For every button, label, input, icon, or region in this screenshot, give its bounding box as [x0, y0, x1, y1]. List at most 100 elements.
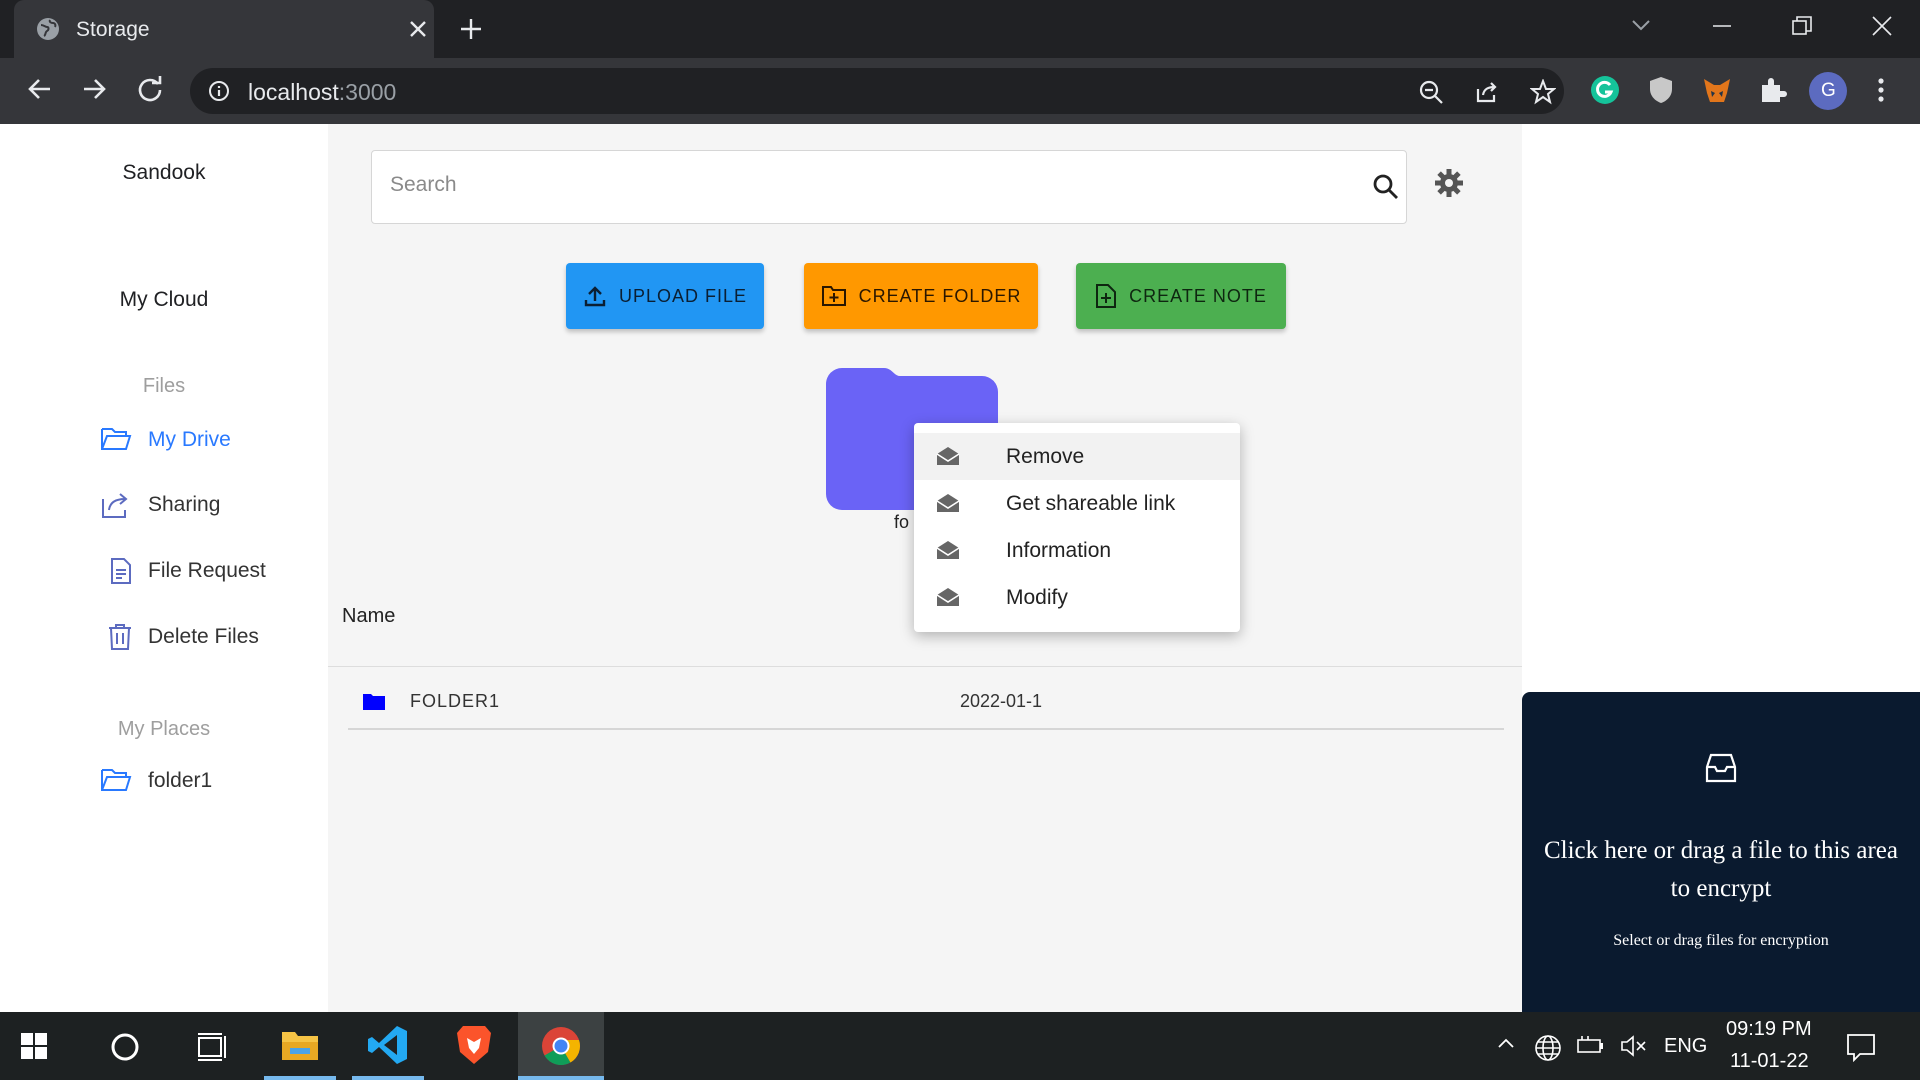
chevron-up-icon[interactable] — [1496, 1034, 1516, 1054]
close-icon[interactable] — [406, 17, 430, 41]
create-note-button[interactable]: CREATE NOTE — [1076, 263, 1286, 329]
task-view-icon[interactable] — [196, 1032, 228, 1062]
language-indicator[interactable]: ENG — [1664, 1035, 1707, 1058]
active-app-indicator — [352, 1076, 424, 1080]
table-divider — [328, 666, 1522, 667]
row-date: 2022-01-1 — [960, 691, 1043, 711]
dropzone-title: Click here or drag a file to this area t… — [1543, 837, 1899, 902]
profile-avatar[interactable]: G — [1808, 71, 1848, 111]
row-name: FOLDER1 — [410, 691, 501, 711]
info-icon[interactable] — [208, 80, 230, 102]
browser-toolbar: localhost:3000 G — [0, 58, 1920, 124]
reload-icon[interactable] — [136, 75, 164, 103]
context-menu-label: Modify — [1006, 586, 1068, 609]
envelope-open-icon — [936, 540, 960, 560]
cortana-search-icon[interactable] — [110, 1032, 140, 1062]
column-header-name[interactable]: Name — [342, 605, 395, 628]
active-app-indicator — [264, 1076, 336, 1080]
search-input[interactable] — [390, 173, 1290, 197]
window-close-icon[interactable] — [1870, 14, 1894, 38]
sidebar-place-folder1[interactable]: folder1 — [100, 761, 320, 801]
url-text: localhost:3000 — [248, 79, 396, 106]
sidebar-item-file-request[interactable]: File Request — [100, 551, 320, 591]
shield-extension-icon[interactable] — [1646, 75, 1676, 105]
clock-date[interactable]: 11-01-22 — [1730, 1050, 1809, 1073]
table-row[interactable]: FOLDER1 2022-01-1 — [348, 672, 1504, 730]
chrome-icon[interactable] — [518, 1012, 604, 1080]
windows-taskbar: ENG 09:19 PM 11-01-22 — [0, 1012, 1920, 1080]
create-folder-label: CREATE FOLDER — [858, 285, 1022, 306]
dropzone-subtitle: Select or drag files for encryption — [1613, 932, 1829, 949]
envelope-open-icon — [936, 493, 960, 513]
upload-file-label: UPLOAD FILE — [618, 285, 748, 306]
trash-icon — [108, 623, 132, 651]
note-plus-icon — [1095, 283, 1117, 309]
brave-browser-icon[interactable] — [440, 1012, 508, 1080]
create-folder-button[interactable]: CREATE FOLDER — [804, 263, 1038, 329]
tab-search-icon[interactable] — [1630, 14, 1652, 36]
context-menu-item-modify[interactable]: Modify — [914, 574, 1240, 621]
sidebar: Sandook My Cloud Files My Drive Sharing … — [0, 124, 328, 1012]
context-menu-item-information[interactable]: Information — [914, 527, 1240, 574]
active-app-indicator — [518, 1076, 604, 1080]
envelope-open-icon — [936, 446, 960, 466]
extensions-puzzle-icon[interactable] — [1758, 75, 1788, 105]
search-icon[interactable] — [1372, 173, 1400, 201]
brand-name[interactable]: Sandook — [0, 161, 328, 185]
windows-start-icon[interactable] — [20, 1032, 48, 1060]
create-note-label: CREATE NOTE — [1129, 285, 1267, 306]
sidebar-item-sharing[interactable]: Sharing — [100, 485, 320, 525]
vscode-icon[interactable] — [352, 1012, 424, 1080]
forward-arrow-icon[interactable] — [80, 75, 108, 103]
address-bar[interactable]: localhost:3000 — [190, 68, 1564, 114]
sidebar-item-label: Delete Files — [148, 625, 259, 648]
new-tab-button[interactable] — [458, 16, 484, 42]
zoom-out-icon[interactable] — [1418, 79, 1444, 105]
kebab-menu-icon[interactable] — [1874, 75, 1888, 105]
inbox-icon — [1705, 752, 1737, 784]
grammarly-icon[interactable] — [1590, 75, 1620, 105]
back-arrow-icon[interactable] — [26, 75, 54, 103]
folder-plus-icon — [821, 285, 847, 307]
upload-file-button[interactable]: UPLOAD FILE — [566, 263, 764, 329]
files-label: Files — [142, 375, 186, 397]
gear-icon[interactable] — [1434, 168, 1464, 198]
battery-icon[interactable] — [1576, 1034, 1606, 1058]
envelope-open-icon — [936, 587, 960, 607]
file-explorer-icon[interactable] — [264, 1012, 336, 1080]
volume-muted-icon[interactable] — [1620, 1034, 1648, 1058]
bookmark-star-icon[interactable] — [1530, 79, 1556, 105]
profile-initial: G — [1821, 80, 1836, 101]
sidebar-item-my-drive[interactable]: My Drive — [100, 420, 320, 460]
sidebar-place-label: folder1 — [148, 769, 213, 792]
folder-open-icon — [100, 767, 132, 793]
globe-icon — [36, 17, 60, 41]
browser-tabstrip: Storage — [0, 0, 1920, 58]
search-box[interactable] — [371, 150, 1407, 224]
url-host: localhost — [248, 79, 339, 105]
sidebar-item-label: My Drive — [148, 428, 231, 451]
sidebar-item-label: Sharing — [148, 493, 221, 516]
share-page-icon[interactable] — [1474, 79, 1500, 105]
places-label: My Places — [117, 718, 211, 740]
encrypt-dropzone[interactable]: Click here or drag a file to this area t… — [1522, 692, 1920, 1012]
context-menu-item-share-link[interactable]: Get shareable link — [914, 480, 1240, 527]
section-title: My Cloud — [119, 288, 209, 311]
network-globe-icon[interactable] — [1534, 1034, 1562, 1062]
context-menu-label: Information — [1006, 539, 1112, 562]
folder-icon — [362, 692, 386, 712]
document-icon — [110, 557, 132, 585]
sidebar-item-delete-files[interactable]: Delete Files — [100, 617, 320, 657]
tab-title: Storage — [76, 18, 150, 41]
restore-icon[interactable] — [1790, 14, 1814, 38]
notification-icon[interactable] — [1846, 1032, 1876, 1062]
context-menu: Remove Get shareable link Information Mo… — [914, 423, 1240, 632]
browser-tab[interactable]: Storage — [14, 0, 434, 58]
minimize-icon[interactable] — [1710, 14, 1734, 38]
context-menu-item-remove[interactable]: Remove — [914, 433, 1240, 480]
context-menu-label: Remove — [1006, 445, 1085, 468]
metamask-fox-icon[interactable] — [1702, 75, 1732, 105]
folder-tile-label: fo — [894, 512, 910, 532]
share-icon — [100, 491, 132, 519]
clock-time[interactable]: 09:19 PM — [1726, 1018, 1812, 1041]
